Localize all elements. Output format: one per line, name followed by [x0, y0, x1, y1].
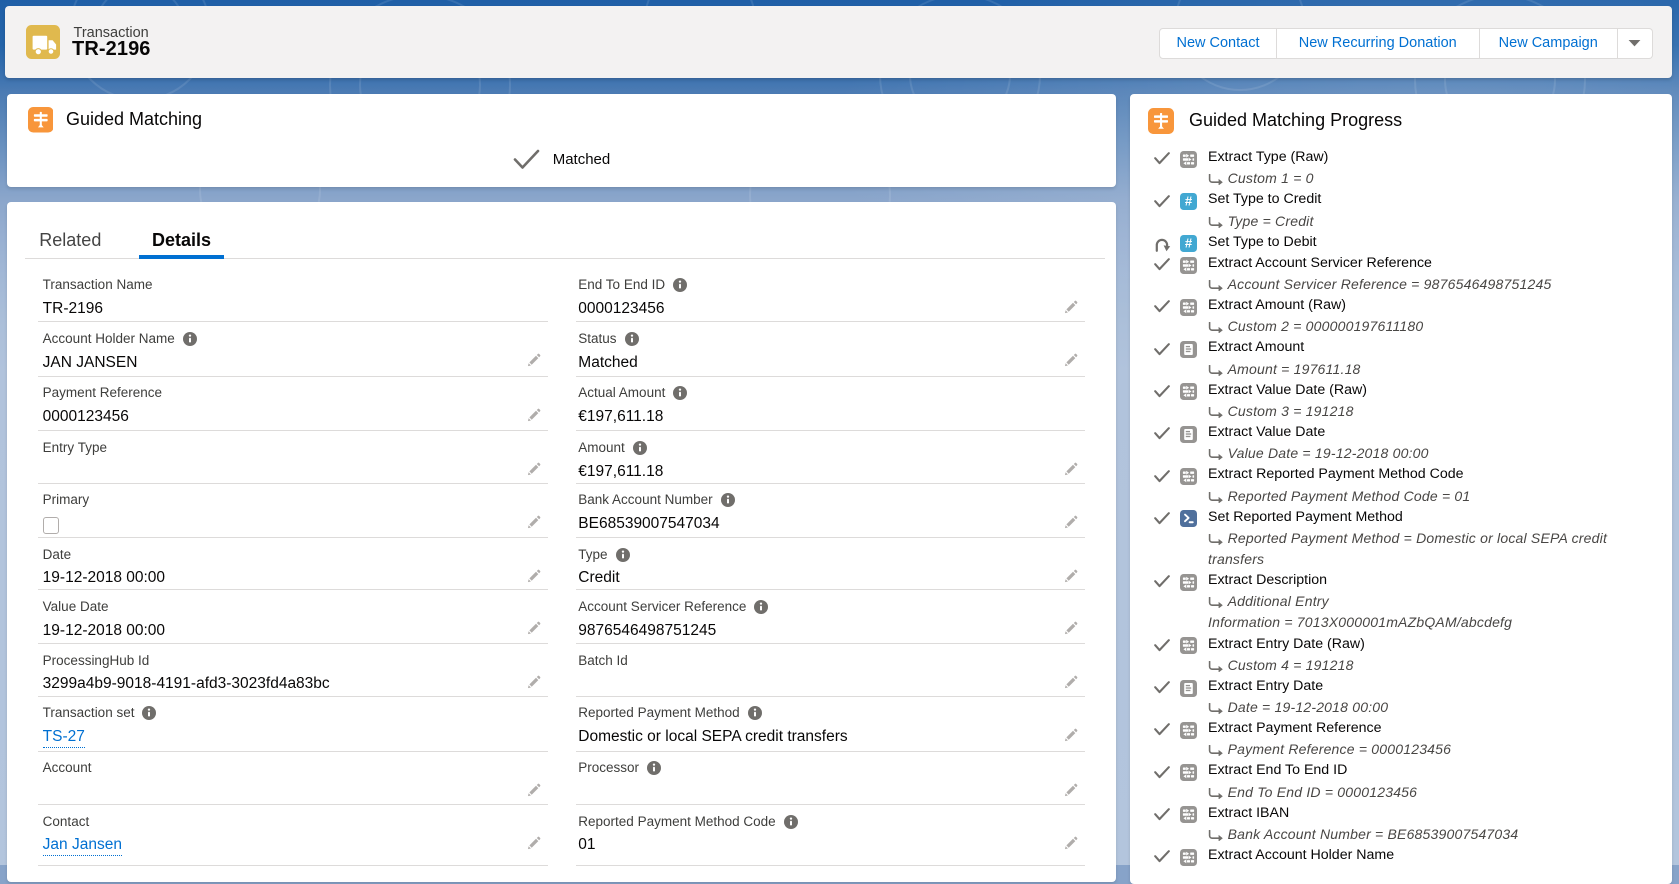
svg-text:#: #: [1185, 194, 1193, 209]
svg-text:#: #: [1185, 236, 1193, 251]
